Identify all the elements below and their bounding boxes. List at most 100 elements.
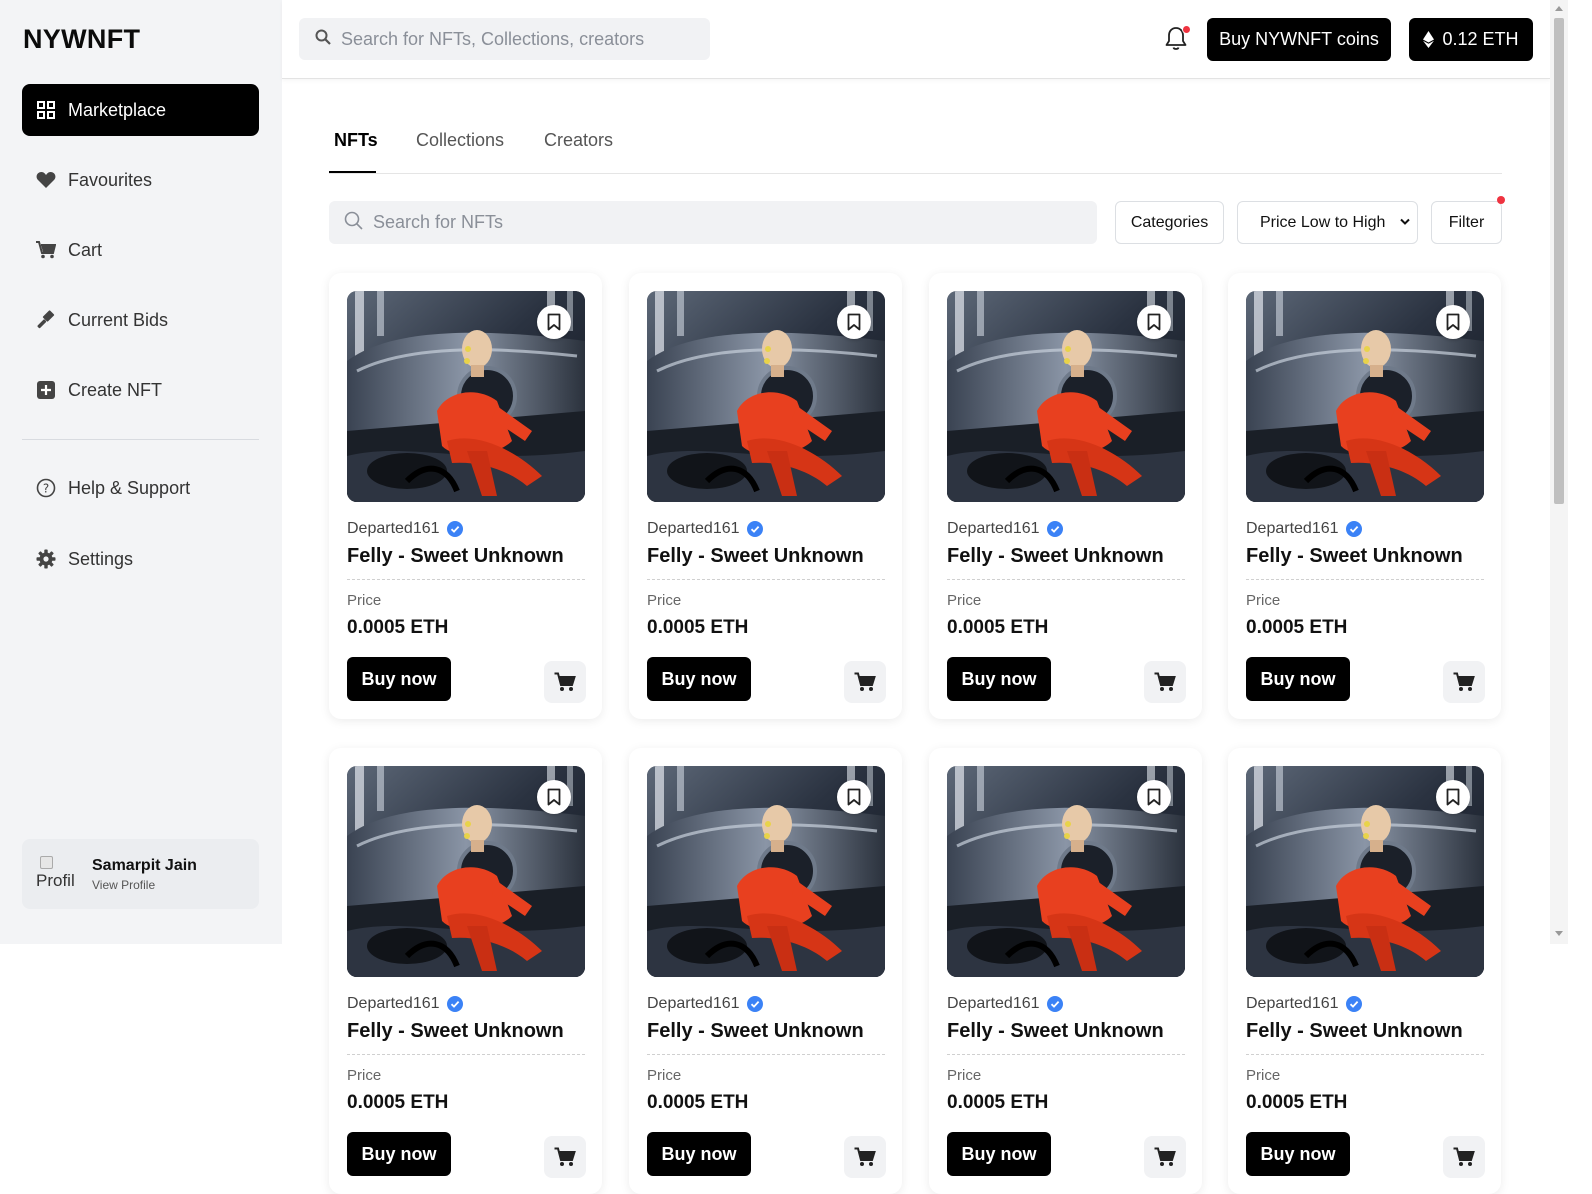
buy-now-button[interactable]: Buy now — [1246, 1132, 1350, 1176]
heart-icon — [36, 170, 56, 190]
nft-title: Felly - Sweet Unknown — [647, 1020, 864, 1042]
nft-card[interactable]: Departed161 Felly - Sweet Unknown Price … — [329, 748, 602, 1194]
creator-name: Departed161 — [647, 995, 740, 1012]
nft-image[interactable] — [347, 291, 585, 502]
bookmark-button[interactable] — [537, 305, 571, 339]
nft-image[interactable] — [1246, 766, 1484, 977]
bookmark-button[interactable] — [837, 780, 871, 814]
buy-now-button[interactable]: Buy now — [947, 657, 1051, 701]
buy-now-button[interactable]: Buy now — [647, 1132, 751, 1176]
sidebar-item-create-nft[interactable]: Create NFT — [22, 364, 259, 416]
add-to-cart-button[interactable] — [1144, 661, 1186, 703]
nft-image[interactable] — [947, 766, 1185, 977]
scroll-down-arrow[interactable] — [1555, 931, 1563, 936]
page-scrollbar[interactable] — [1550, 0, 1568, 944]
nft-image[interactable] — [347, 766, 585, 977]
creator-name-row[interactable]: Departed161 — [947, 520, 1063, 538]
profile-card[interactable]: Profil Samarpit Jain View Profile — [22, 839, 259, 909]
cart-icon — [554, 1147, 576, 1167]
add-to-cart-button[interactable] — [1443, 1136, 1485, 1178]
scrollbar-thumb[interactable] — [1554, 18, 1564, 504]
creator-name: Departed161 — [1246, 995, 1339, 1012]
tab-collections[interactable]: Collections — [416, 130, 504, 151]
gavel-icon — [36, 310, 56, 330]
help-circle-icon: ? — [36, 478, 56, 498]
creator-name-row[interactable]: Departed161 — [647, 995, 763, 1013]
broken-image-icon — [40, 856, 53, 869]
nft-card[interactable]: Departed161 Felly - Sweet Unknown Price … — [1228, 748, 1501, 1194]
add-to-cart-button[interactable] — [544, 1136, 586, 1178]
filter-button[interactable]: Filter — [1431, 196, 1505, 244]
bookmark-button[interactable] — [537, 780, 571, 814]
sidebar-item-label: Settings — [68, 548, 134, 569]
tab-creators[interactable]: Creators — [544, 130, 613, 151]
categories-button[interactable]: Categories — [1115, 201, 1224, 244]
sidebar-item-help-support[interactable]: ? Help & Support — [22, 462, 259, 514]
bookmark-button[interactable] — [1436, 305, 1470, 339]
app-logo[interactable]: NYWNFT — [23, 24, 140, 55]
nft-search-input[interactable]: Search for NFTs — [329, 201, 1097, 244]
creator-name-row[interactable]: Departed161 — [647, 520, 763, 538]
scroll-up-arrow[interactable] — [1555, 6, 1563, 11]
gear-icon — [36, 549, 56, 569]
nft-card[interactable]: Departed161 Felly - Sweet Unknown Price … — [929, 273, 1202, 719]
sidebar-item-current-bids[interactable]: Current Bids — [22, 294, 259, 346]
nft-card[interactable]: Departed161 Felly - Sweet Unknown Price … — [1228, 273, 1501, 719]
bookmark-button[interactable] — [837, 305, 871, 339]
price-label: Price — [647, 592, 682, 609]
profile-name: Samarpit Jain — [92, 857, 197, 874]
sidebar-item-cart[interactable]: Cart — [22, 224, 259, 276]
buy-now-button[interactable]: Buy now — [647, 657, 751, 701]
sort-value: Price Low to High — [1260, 213, 1386, 231]
price-value: 0.0005 ETH — [1246, 617, 1348, 638]
buy-now-button[interactable]: Buy now — [947, 1132, 1051, 1176]
creator-name-row[interactable]: Departed161 — [347, 995, 463, 1013]
creator-name: Departed161 — [347, 995, 440, 1012]
view-profile-link[interactable]: View Profile — [92, 878, 155, 892]
plus-square-icon — [36, 380, 56, 400]
sidebar-item-settings[interactable]: Settings — [22, 533, 259, 585]
chevron-down-icon — [1399, 217, 1411, 227]
bookmark-button[interactable] — [1436, 780, 1470, 814]
add-to-cart-button[interactable] — [1443, 661, 1485, 703]
buy-coins-button[interactable]: Buy NYWNFT coins — [1207, 18, 1391, 61]
card-divider — [1246, 1054, 1484, 1055]
bookmark-button[interactable] — [1137, 780, 1171, 814]
creator-name-row[interactable]: Departed161 — [1246, 520, 1362, 538]
buy-now-button[interactable]: Buy now — [347, 1132, 451, 1176]
price-value: 0.0005 ETH — [347, 617, 449, 638]
nft-image[interactable] — [647, 766, 885, 977]
sort-select[interactable]: Price Low to High — [1237, 201, 1418, 244]
buy-now-button[interactable]: Buy now — [347, 657, 451, 701]
tab-nfts[interactable]: NFTs — [334, 130, 378, 151]
content-tabs: NFTs Collections Creators — [329, 124, 1502, 174]
creator-name-row[interactable]: Departed161 — [347, 520, 463, 538]
wallet-balance-button[interactable]: 0.12 ETH — [1409, 18, 1533, 61]
nft-image[interactable] — [1246, 291, 1484, 502]
nft-card[interactable]: Departed161 Felly - Sweet Unknown Price … — [329, 273, 602, 719]
sidebar-item-marketplace[interactable]: Marketplace — [22, 84, 259, 136]
bookmark-icon — [547, 788, 561, 806]
card-divider — [1246, 579, 1484, 580]
creator-name-row[interactable]: Departed161 — [1246, 995, 1362, 1013]
nft-image[interactable] — [647, 291, 885, 502]
nft-image[interactable] — [947, 291, 1185, 502]
notifications-button[interactable] — [1164, 25, 1191, 52]
global-search-input[interactable]: Search for NFTs, Collections, creators — [299, 18, 710, 60]
creator-name-row[interactable]: Departed161 — [947, 995, 1063, 1013]
buy-now-button[interactable]: Buy now — [1246, 657, 1350, 701]
nft-card[interactable]: Departed161 Felly - Sweet Unknown Price … — [629, 273, 902, 719]
sidebar-item-favourites[interactable]: Favourites — [22, 154, 259, 206]
add-to-cart-button[interactable] — [1144, 1136, 1186, 1178]
add-to-cart-button[interactable] — [844, 661, 886, 703]
cart-icon — [1453, 1147, 1475, 1167]
creator-name: Departed161 — [347, 520, 440, 537]
add-to-cart-button[interactable] — [844, 1136, 886, 1178]
bookmark-icon — [847, 313, 861, 331]
bookmark-icon — [1446, 788, 1460, 806]
nft-card[interactable]: Departed161 Felly - Sweet Unknown Price … — [929, 748, 1202, 1194]
bookmark-button[interactable] — [1137, 305, 1171, 339]
nft-card[interactable]: Departed161 Felly - Sweet Unknown Price … — [629, 748, 902, 1194]
add-to-cart-button[interactable] — [544, 661, 586, 703]
sidebar-item-label: Marketplace — [68, 99, 167, 120]
